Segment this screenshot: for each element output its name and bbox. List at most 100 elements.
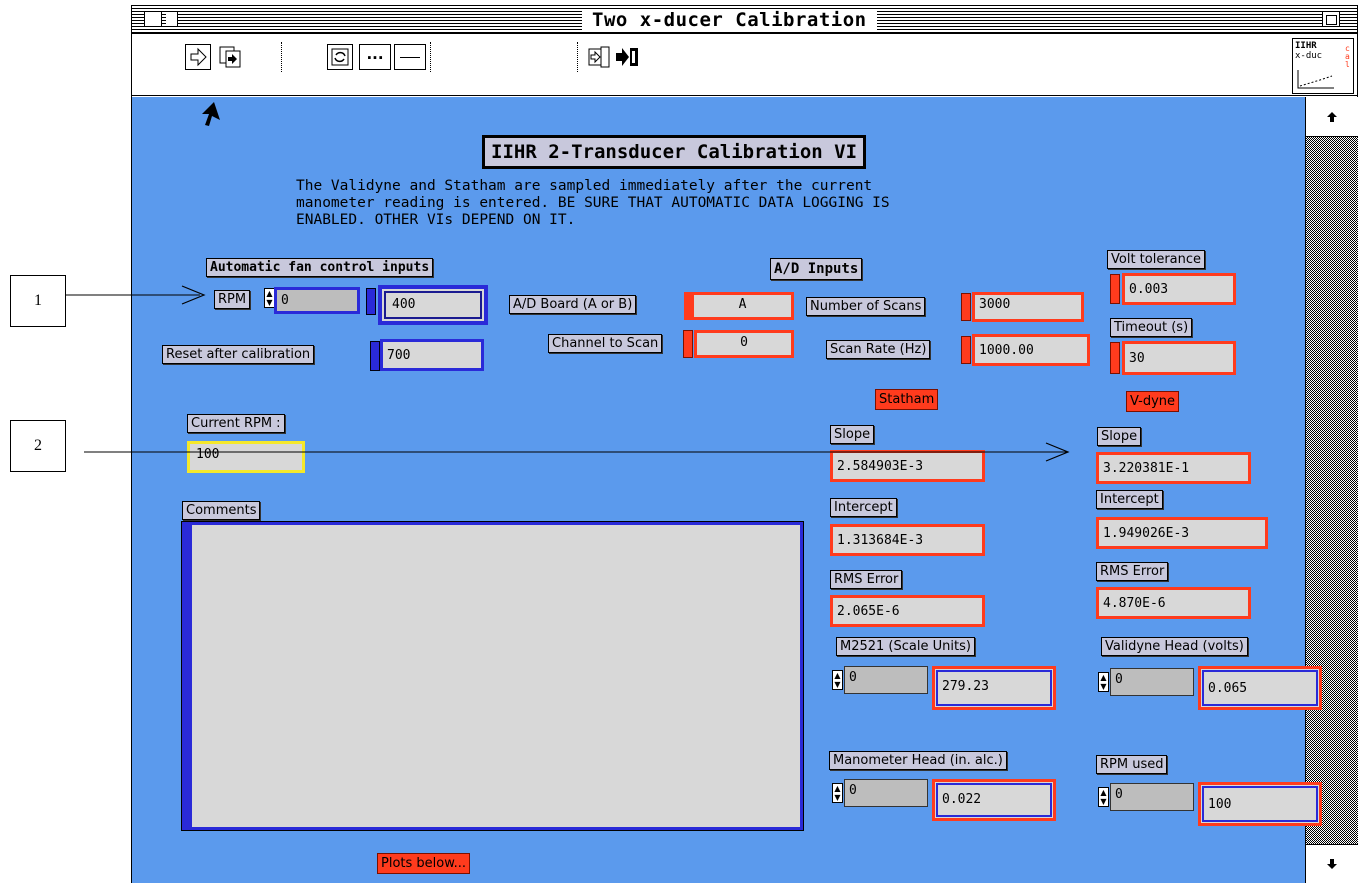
comments-label: Comments [182, 501, 261, 520]
vdyne-rms-label: RMS Error [1096, 562, 1169, 581]
timeout-spinner-icon[interactable] [1110, 342, 1120, 374]
step-over-icon [616, 48, 638, 66]
run-continuously-button[interactable] [218, 44, 244, 70]
ellipsis-icon: ... [366, 45, 384, 63]
channel-input[interactable]: 0 [694, 330, 794, 358]
volt-tolerance-spinner-icon[interactable] [1110, 274, 1120, 304]
rpm-control-input[interactable]: 0 [274, 287, 360, 314]
validyne-head-label: Validyne Head (volts) [1101, 637, 1248, 656]
vdyne-rms-display: 4.870E-6 [1096, 587, 1251, 619]
window-title: Two x-ducer Calibration [582, 9, 877, 31]
loop-icon [331, 48, 349, 66]
comments-textarea[interactable] [181, 521, 804, 831]
description-line-2: manometer reading is entered. BE SURE TH… [296, 195, 890, 211]
rpm-used-input[interactable]: 100 [1198, 782, 1322, 826]
fan-control-header: Automatic fan control inputs [206, 258, 434, 277]
run-arrow-icon [190, 47, 207, 67]
scroll-down-arrow-icon[interactable] [1306, 844, 1358, 882]
statham-slope-display: 2.584903E-3 [830, 450, 985, 482]
rpm-used-label: RPM used [1096, 755, 1168, 774]
manometer-control[interactable]: 0 [844, 779, 928, 807]
scroll-track[interactable] [1306, 137, 1358, 844]
icon-line-2: x-duc [1295, 51, 1323, 61]
timeout-input[interactable]: 30 [1122, 341, 1236, 375]
callout-2: 2 [10, 420, 66, 472]
volt-tolerance-label: Volt tolerance [1107, 250, 1206, 269]
ellipsis-button[interactable]: ... [359, 44, 391, 70]
dash-button[interactable] [394, 44, 426, 70]
toolbar-separator [281, 42, 282, 72]
statham-slope-label: Slope [830, 425, 875, 444]
callout-1: 1 [10, 275, 66, 327]
scan-rate-spinner-icon[interactable] [961, 336, 971, 364]
manometer-label: Manometer Head (in. alc.) [829, 751, 1007, 770]
m2521-spinner-icon[interactable]: ▲ ▼ [832, 670, 843, 690]
step-into-icon [588, 46, 610, 68]
dash-icon [400, 56, 420, 58]
validyne-input[interactable]: 0.065 [1198, 666, 1322, 710]
mouse-cursor-icon [202, 102, 220, 126]
m2521-input[interactable]: 279.23 [932, 666, 1056, 710]
current-rpm-display: 100 [187, 441, 305, 473]
icon-line-1: IIHR [1295, 41, 1317, 51]
m2521-label: M2521 (Scale Units) [836, 637, 975, 656]
panel-heading: IIHR 2-Transducer Calibration VI [482, 135, 867, 169]
zoom-box-icon[interactable] [1322, 11, 1340, 27]
rpm-used-spinner-icon[interactable]: ▲ ▼ [1098, 787, 1109, 807]
callout-1-text: 1 [34, 292, 42, 309]
ad-inputs-header: A/D Inputs [770, 258, 863, 280]
statham-intercept-label: Intercept [830, 498, 897, 517]
run-button[interactable] [185, 44, 211, 70]
toolbar [132, 34, 1357, 96]
statham-label: Statham [875, 389, 939, 410]
channel-label: Channel to Scan [548, 334, 663, 353]
chart-glyph-icon [1297, 70, 1334, 89]
vdyne-intercept-display: 1.949026E-3 [1096, 517, 1268, 549]
manometer-spinner-icon[interactable]: ▲ ▼ [832, 783, 843, 803]
statham-intercept-display: 1.313684E-3 [830, 524, 985, 556]
ad-board-input[interactable]: A [684, 292, 794, 320]
close-box-icon[interactable] [144, 11, 162, 27]
vdyne-slope-display: 3.220381E-1 [1096, 452, 1251, 484]
callout-2-text: 2 [34, 437, 42, 454]
vi-icon[interactable]: IIHR x-duc cal [1292, 38, 1354, 94]
reset-spinner-icon[interactable] [370, 341, 380, 371]
description-line-1: The Validyne and Statham are sampled imm… [296, 178, 873, 194]
volt-tolerance-input[interactable]: 0.003 [1122, 273, 1236, 305]
toolbar-separator-3 [577, 42, 578, 72]
run-continuously-icon [219, 46, 241, 68]
scroll-up-arrow-icon[interactable] [1306, 97, 1358, 137]
statham-rms-display: 2.065E-6 [830, 595, 985, 627]
vdyne-intercept-label: Intercept [1096, 490, 1163, 509]
timeout-label: Timeout (s) [1110, 318, 1193, 337]
step-over-button[interactable] [614, 44, 640, 70]
rpm-label: RPM [214, 290, 251, 309]
validyne-control[interactable]: 0 [1110, 668, 1194, 696]
toolbar-separator-2 [430, 42, 431, 72]
manometer-input[interactable]: 0.022 [932, 779, 1056, 821]
scans-input[interactable]: 3000 [972, 292, 1084, 322]
description-text: The Validyne and Statham are sampled imm… [296, 178, 890, 229]
rpm-input[interactable]: 400 [378, 285, 488, 325]
current-rpm-label: Current RPM : [187, 414, 285, 433]
vertical-scrollbar[interactable] [1305, 97, 1358, 883]
vdyne-label: V-dyne [1126, 391, 1180, 412]
loop-button[interactable] [327, 44, 353, 70]
plots-below-button[interactable]: Plots below... [377, 853, 471, 874]
step-into-button[interactable] [587, 44, 613, 70]
scans-label: Number of Scans [806, 297, 926, 316]
scans-spinner-icon[interactable] [961, 293, 971, 321]
channel-spinner-icon[interactable] [683, 330, 693, 358]
reset-input[interactable]: 700 [380, 339, 484, 371]
scan-rate-input[interactable]: 1000.00 [972, 334, 1090, 366]
reset-label: Reset after calibration [162, 345, 315, 364]
rpm-increment-icon[interactable] [366, 288, 376, 315]
m2521-control[interactable]: 0 [844, 666, 928, 694]
rpm-used-control[interactable]: 0 [1110, 783, 1194, 811]
icon-line-3: cal [1345, 44, 1350, 69]
description-line-3: ENABLED. OTHER VIs DEPEND ON IT. [296, 212, 576, 228]
vdyne-slope-label: Slope [1097, 427, 1142, 446]
close-box-inner [166, 11, 178, 27]
validyne-spinner-icon[interactable]: ▲ ▼ [1098, 672, 1109, 692]
title-bar[interactable]: Two x-ducer Calibration [132, 6, 1357, 34]
